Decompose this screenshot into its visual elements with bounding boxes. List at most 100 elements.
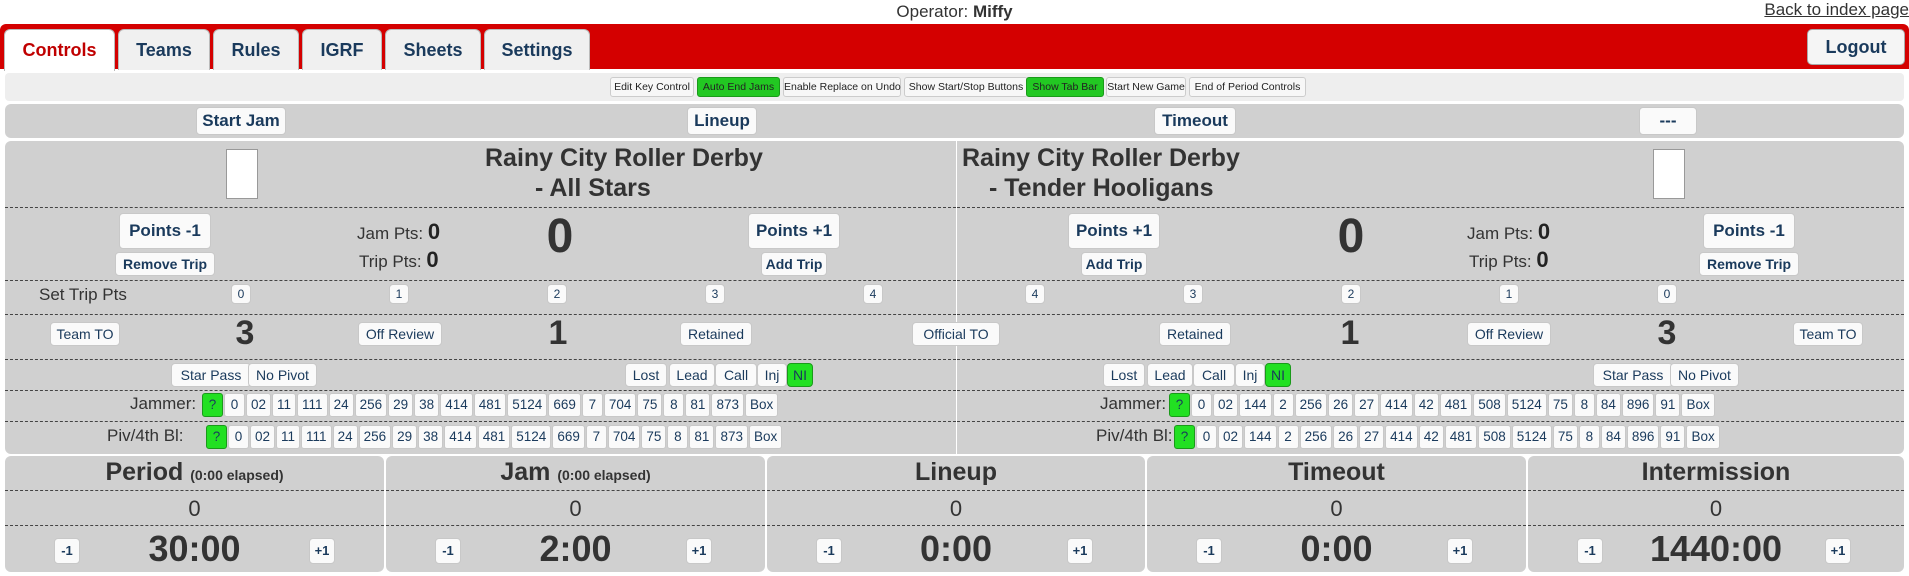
skater-button[interactable]: 38 xyxy=(414,393,440,417)
tab-settings[interactable]: Settings xyxy=(484,29,590,70)
left-trip-0-button[interactable]: 0 xyxy=(231,284,251,304)
show-tab-bar-toggle[interactable]: Show Tab Bar xyxy=(1026,77,1104,97)
logout-button[interactable]: Logout xyxy=(1807,29,1905,65)
left-lead-button[interactable]: Lead xyxy=(669,363,715,387)
skater-button[interactable]: 42 xyxy=(1413,393,1439,417)
left-injury-button[interactable]: Inj xyxy=(757,363,787,387)
right-official-review-button[interactable]: Off Review xyxy=(1467,322,1551,346)
skater-button[interactable]: 5124 xyxy=(1506,393,1547,417)
skater-button[interactable]: 508 xyxy=(1473,393,1506,417)
tab-controls[interactable]: Controls xyxy=(4,29,115,71)
right-trip-1-button[interactable]: 1 xyxy=(1499,284,1519,304)
tab-igrf[interactable]: IGRF xyxy=(302,29,382,70)
skater-button[interactable]: 75 xyxy=(641,425,667,449)
right-points-minus-button[interactable]: Points -1 xyxy=(1703,213,1795,249)
skater-button[interactable]: 414 xyxy=(1380,393,1413,417)
skater-button[interactable]: 91 xyxy=(1660,425,1686,449)
skater-button[interactable]: 02 xyxy=(1213,393,1239,417)
skater-button[interactable]: 81 xyxy=(689,425,715,449)
undo-button[interactable]: --- xyxy=(1639,107,1697,135)
skater-button[interactable]: 669 xyxy=(552,425,585,449)
skater-button[interactable]: 84 xyxy=(1595,393,1621,417)
skater-button[interactable]: 7 xyxy=(585,425,607,449)
skater-button[interactable]: 5124 xyxy=(511,425,552,449)
skater-button[interactable]: 11 xyxy=(272,393,297,417)
right-trip-3-button[interactable]: 3 xyxy=(1183,284,1203,304)
skater-button[interactable]: 27 xyxy=(1359,425,1385,449)
skater-unknown-button[interactable]: ? xyxy=(202,393,223,417)
skater-button[interactable]: 8 xyxy=(667,425,689,449)
right-star-pass-button[interactable]: Star Pass xyxy=(1593,363,1673,387)
skater-button[interactable]: 414 xyxy=(1385,425,1418,449)
skater-button[interactable]: 29 xyxy=(388,393,414,417)
box-button[interactable]: Box xyxy=(744,393,779,417)
skater-button[interactable]: 8 xyxy=(1573,393,1595,417)
skater-button[interactable]: 5124 xyxy=(1511,425,1552,449)
left-points-minus-button[interactable]: Points -1 xyxy=(119,213,211,249)
skater-button[interactable]: 414 xyxy=(444,425,477,449)
skater-button[interactable]: 704 xyxy=(603,393,637,417)
skater-button[interactable]: 2 xyxy=(1277,425,1299,449)
skater-button[interactable]: 75 xyxy=(1552,425,1578,449)
left-ni-button[interactable]: NI xyxy=(787,363,813,387)
skater-button[interactable]: 0 xyxy=(228,425,249,449)
skater-button[interactable]: 144 xyxy=(1244,425,1277,449)
left-official-review-button[interactable]: Off Review xyxy=(358,322,442,346)
timeout-clock-plus-button[interactable]: +1 xyxy=(1447,538,1473,564)
lineup-button[interactable]: Lineup xyxy=(687,107,757,135)
skater-button[interactable]: 481 xyxy=(473,393,507,417)
edit-key-control-toggle[interactable]: Edit Key Control xyxy=(610,77,694,97)
skater-button[interactable]: 91 xyxy=(1655,393,1681,417)
end-of-period-controls-toggle[interactable]: End of Period Controls xyxy=(1189,77,1306,97)
left-team-timeout-button[interactable]: Team TO xyxy=(50,322,120,346)
left-trip-3-button[interactable]: 3 xyxy=(705,284,725,304)
skater-button[interactable]: 873 xyxy=(715,425,748,449)
skater-button[interactable]: 896 xyxy=(1621,393,1655,417)
skater-button[interactable]: 256 xyxy=(358,425,392,449)
skater-button[interactable]: 481 xyxy=(1444,425,1478,449)
skater-button[interactable]: 27 xyxy=(1354,393,1380,417)
skater-button[interactable]: 256 xyxy=(1294,393,1328,417)
right-trip-2-button[interactable]: 2 xyxy=(1341,284,1361,304)
period-clock-plus-button[interactable]: +1 xyxy=(309,538,335,564)
skater-button[interactable]: 29 xyxy=(392,425,418,449)
right-add-trip-button[interactable]: Add Trip xyxy=(1081,252,1147,276)
left-lost-button[interactable]: Lost xyxy=(625,363,667,387)
right-remove-trip-button[interactable]: Remove Trip xyxy=(1699,252,1799,276)
back-to-index-link[interactable]: Back to index page xyxy=(1764,0,1909,20)
right-lost-button[interactable]: Lost xyxy=(1103,363,1145,387)
skater-button[interactable]: 02 xyxy=(250,425,276,449)
skater-button[interactable]: 481 xyxy=(477,425,511,449)
left-trip-1-button[interactable]: 1 xyxy=(389,284,409,304)
skater-button[interactable]: 481 xyxy=(1439,393,1473,417)
skater-button[interactable]: 414 xyxy=(440,393,473,417)
skater-unknown-button[interactable]: ? xyxy=(1169,393,1190,417)
official-timeout-button[interactable]: Official TO xyxy=(912,322,1000,346)
box-button[interactable]: Box xyxy=(1686,425,1720,449)
right-trip-4-button[interactable]: 4 xyxy=(1025,284,1045,304)
left-call-button[interactable]: Call xyxy=(715,363,757,387)
skater-button[interactable]: 26 xyxy=(1333,425,1359,449)
show-start-stop-buttons-toggle[interactable]: Show Start/Stop Buttons xyxy=(904,77,1028,97)
left-add-trip-button[interactable]: Add Trip xyxy=(761,252,827,276)
tab-rules[interactable]: Rules xyxy=(213,29,299,70)
left-retained-button[interactable]: Retained xyxy=(680,322,752,346)
skater-button[interactable]: 24 xyxy=(332,425,358,449)
skater-button[interactable]: 8 xyxy=(1578,425,1600,449)
skater-button[interactable]: 704 xyxy=(607,425,641,449)
right-team-timeout-button[interactable]: Team TO xyxy=(1793,322,1863,346)
skater-button[interactable]: 11 xyxy=(276,425,301,449)
right-call-button[interactable]: Call xyxy=(1193,363,1235,387)
skater-unknown-button[interactable]: ? xyxy=(206,425,227,449)
skater-button[interactable]: 873 xyxy=(711,393,744,417)
skater-button[interactable]: 84 xyxy=(1600,425,1626,449)
left-trip-2-button[interactable]: 2 xyxy=(547,284,567,304)
right-retained-button[interactable]: Retained xyxy=(1159,322,1231,346)
skater-button[interactable]: 75 xyxy=(637,393,663,417)
skater-button[interactable]: 144 xyxy=(1239,393,1272,417)
skater-button[interactable]: 256 xyxy=(354,393,388,417)
intermission-clock-plus-button[interactable]: +1 xyxy=(1825,538,1851,564)
skater-button[interactable]: 42 xyxy=(1418,425,1444,449)
left-no-pivot-button[interactable]: No Pivot xyxy=(248,363,317,387)
skater-button[interactable]: 0 xyxy=(1191,393,1212,417)
